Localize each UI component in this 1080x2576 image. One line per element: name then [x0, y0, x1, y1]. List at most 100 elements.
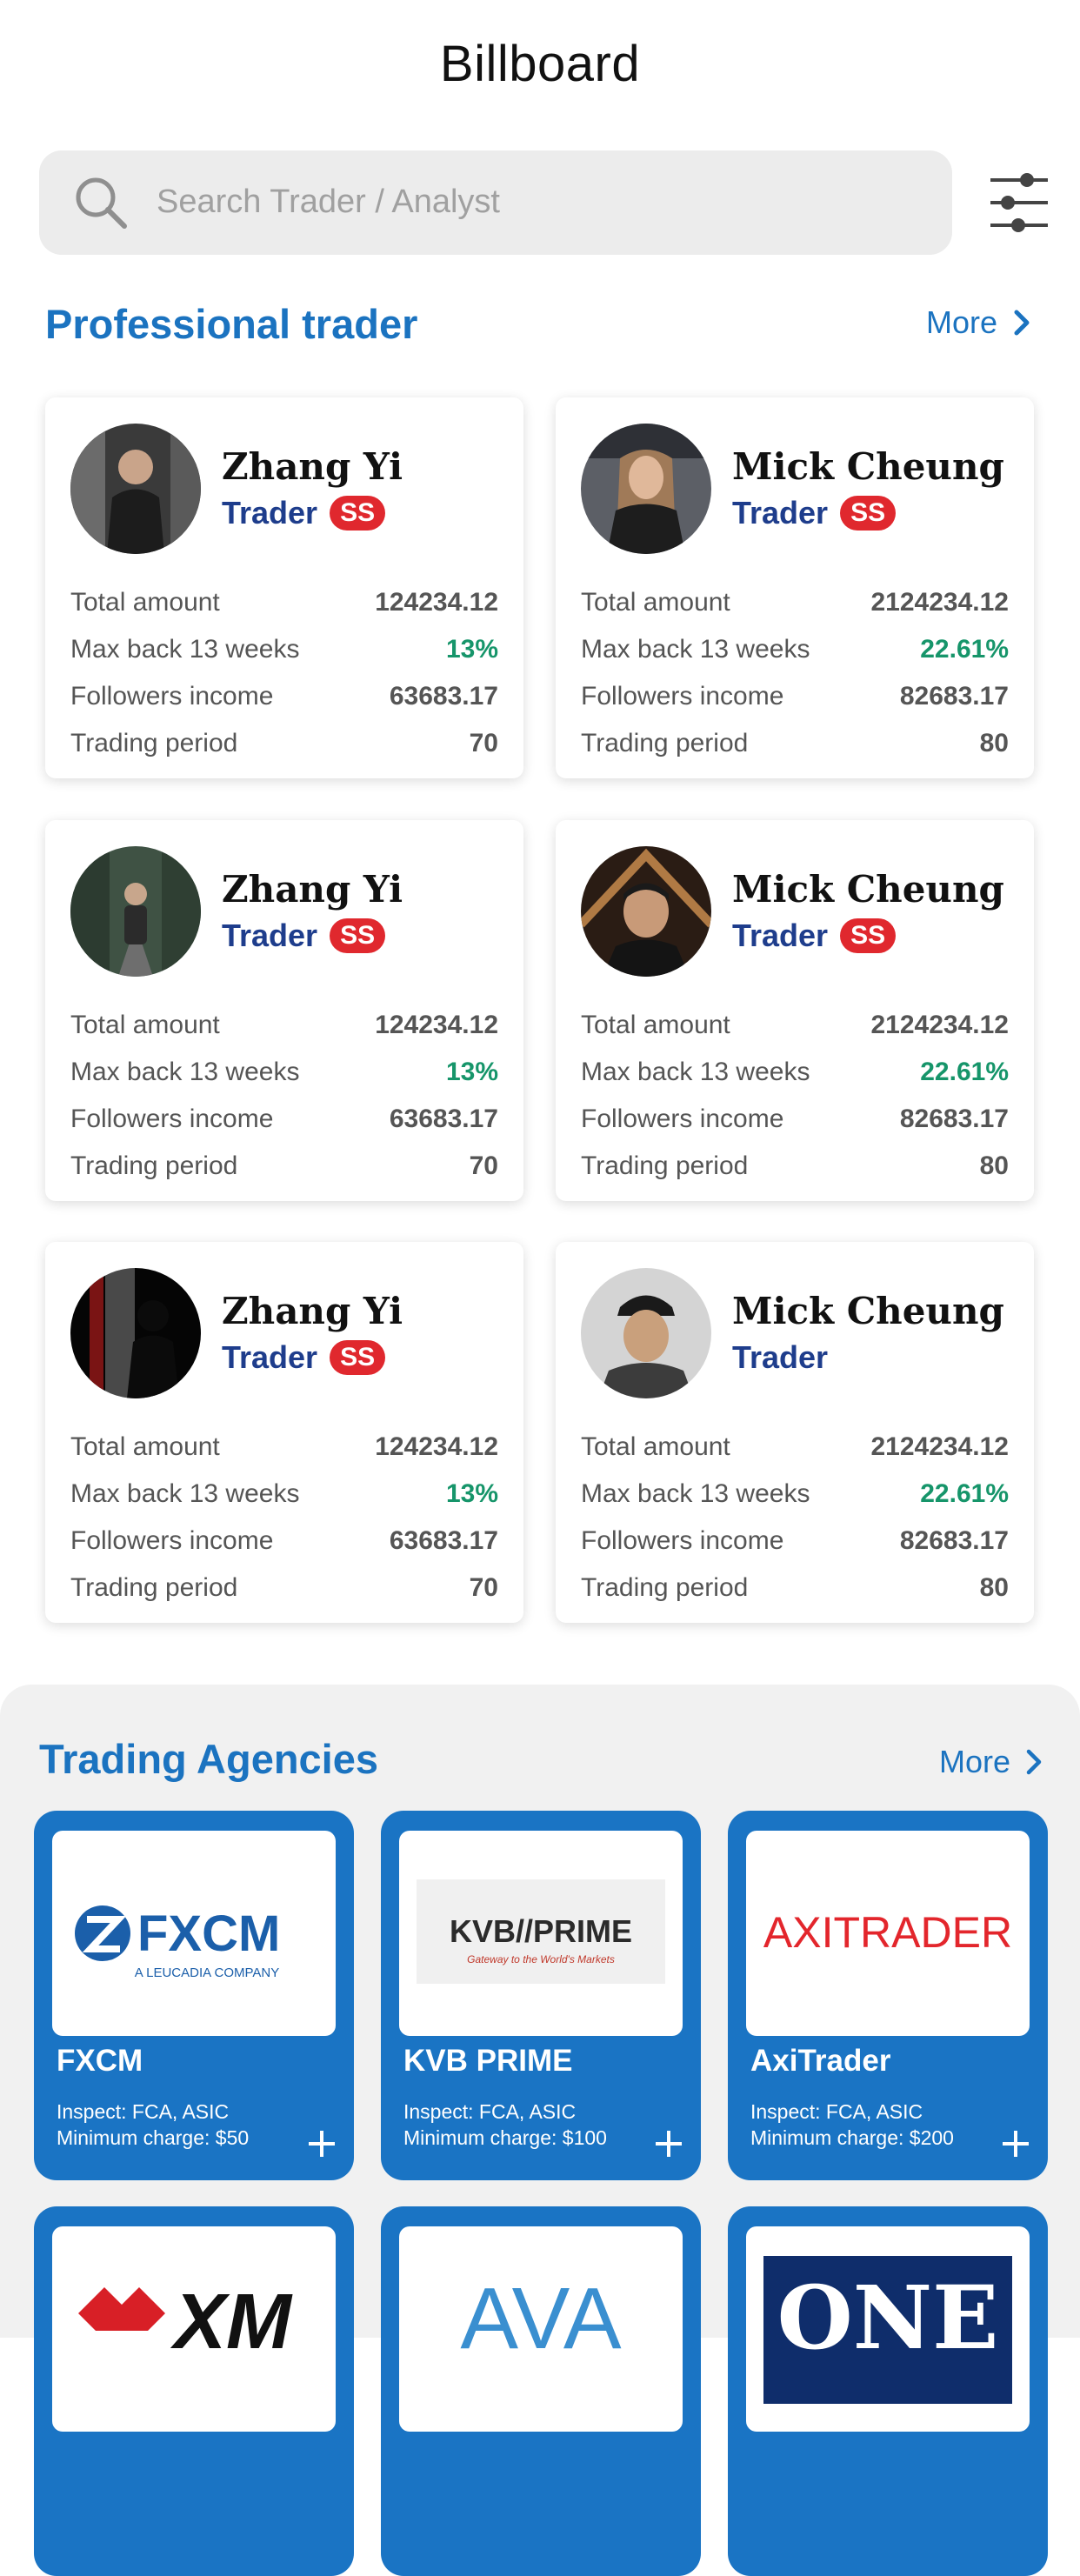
trader-role: Trader — [222, 495, 318, 531]
trader-card[interactable]: Zhang Yi Trader SS Total amount 124234.12… — [45, 1242, 523, 1623]
agency-logo: AXITRADER — [746, 1831, 1030, 2036]
stat-label: Trading period — [70, 1573, 238, 1602]
trader-name: Zhang Yi — [222, 1290, 403, 1332]
stat-value: 82683.17 — [899, 1104, 1009, 1133]
agency-details: Inspect: FCA, ASIC Minimum charge: $100 — [403, 2099, 607, 2151]
agency-details: Inspect: FCA, ASIC Minimum charge: $50 — [57, 2099, 249, 2151]
stat-label: Followers income — [581, 1526, 784, 1555]
level-badge: SS — [840, 918, 897, 953]
trader-card[interactable]: Zhang Yi Trader SS Total amount 124234.12… — [45, 820, 523, 1201]
stat-value: 22.61% — [920, 1058, 1009, 1086]
axi-logo-text: AXITRADER — [763, 1908, 1012, 1957]
agencies-panel: Trading Agencies More FXCM A LEUCADIA CO… — [0, 1685, 1080, 2576]
trader-role: Trader — [732, 918, 829, 953]
agency-logo: ONE — [746, 2226, 1030, 2432]
stat-value: 13% — [445, 1479, 498, 1508]
trader-card[interactable]: Zhang Yi Trader SS Total amount 124234.12… — [45, 397, 523, 778]
agency-card-one[interactable]: ONE — [728, 2206, 1048, 2576]
search-input[interactable]: Search Trader / Analyst — [39, 150, 952, 255]
agency-logo: KVB//PRIME Gateway to the World's Market… — [399, 1831, 683, 2036]
stat-value: 63683.17 — [389, 1526, 498, 1555]
trader-card[interactable]: Mick Cheung Trader SS Total amount 212423… — [556, 397, 1034, 778]
avatar — [70, 846, 201, 977]
stat-value: 70 — [469, 729, 498, 757]
search-placeholder: Search Trader / Analyst — [157, 184, 500, 220]
stat-label: Total amount — [70, 588, 220, 617]
stat-value: 22.61% — [920, 1479, 1009, 1508]
stat-label: Followers income — [70, 1104, 274, 1133]
stat-value: 80 — [979, 1151, 1009, 1180]
stat-label: Followers income — [70, 682, 274, 711]
agency-card-kvb[interactable]: KVB//PRIME Gateway to the World's Market… — [381, 1811, 701, 2180]
stat-label: Max back 13 weeks — [70, 635, 300, 664]
trader-card[interactable]: Mick Cheung Trader Total amount 2124234.1… — [556, 1242, 1034, 1623]
stat-label: Max back 13 weeks — [581, 1058, 810, 1086]
trader-role: Trader — [732, 495, 829, 531]
ava-logo-text: AVA — [460, 2270, 622, 2367]
trader-role: Trader — [222, 1339, 318, 1375]
plus-icon[interactable] — [307, 2129, 337, 2159]
level-badge: SS — [330, 1340, 386, 1375]
level-badge: SS — [840, 496, 897, 531]
stat-label: Trading period — [581, 729, 749, 757]
chevron-right-icon — [1014, 310, 1030, 336]
kvb-logo-text: KVB//PRIME — [450, 1913, 632, 1949]
agency-logo: FXCM A LEUCADIA COMPANY — [52, 1831, 336, 2036]
trader-card[interactable]: Mick Cheung Trader SS Total amount 212423… — [556, 820, 1034, 1201]
trader-role: Trader — [222, 918, 318, 953]
stat-label: Max back 13 weeks — [581, 1479, 810, 1508]
agency-inspect: Inspect: FCA, ASIC — [750, 2100, 923, 2123]
level-badge: SS — [330, 918, 386, 953]
trader-name: Mick Cheung — [732, 868, 1004, 911]
plus-icon[interactable] — [1001, 2129, 1030, 2159]
stat-value: 13% — [445, 635, 498, 664]
agency-min-charge: Minimum charge: $100 — [403, 2126, 607, 2149]
agencies-more-link[interactable]: More — [939, 1744, 1042, 1780]
agency-min-charge: Minimum charge: $50 — [57, 2126, 250, 2149]
agency-name: KVB PRIME — [403, 2044, 573, 2078]
agency-details: Inspect: FCA, ASIC Minimum charge: $200 — [750, 2099, 954, 2151]
stat-value: 124234.12 — [375, 1432, 498, 1461]
fxcm-logo-text: FXCM — [137, 1905, 280, 1962]
section-title-professional: Professional trader — [45, 301, 418, 347]
agency-logo: XM — [52, 2226, 336, 2432]
plus-icon[interactable] — [654, 2129, 683, 2159]
stat-label: Max back 13 weeks — [70, 1479, 300, 1508]
trader-name: Mick Cheung — [732, 445, 1004, 488]
fxcm-logo-sub: A LEUCADIA COMPANY — [135, 1965, 279, 1980]
level-badge: SS — [330, 496, 386, 531]
chevron-right-icon — [1026, 1749, 1042, 1775]
agency-inspect: Inspect: FCA, ASIC — [403, 2100, 577, 2123]
trader-role: Trader — [732, 1339, 829, 1375]
stat-value: 70 — [469, 1573, 498, 1602]
avatar — [581, 846, 711, 977]
stat-value: 13% — [445, 1058, 498, 1086]
agency-card-fxcm[interactable]: FXCM A LEUCADIA COMPANY FXCM Inspect: FC… — [34, 1811, 354, 2180]
more-label: More — [926, 304, 998, 340]
stat-value: 63683.17 — [389, 1104, 498, 1133]
one-logo-text: ONE — [777, 2266, 999, 2369]
stat-label: Followers income — [581, 1104, 784, 1133]
filter-sliders-icon[interactable] — [989, 170, 1050, 236]
stat-label: Max back 13 weeks — [581, 635, 810, 664]
stat-label: Trading period — [581, 1151, 749, 1180]
stat-label: Trading period — [70, 1151, 238, 1180]
professional-more-link[interactable]: More — [926, 304, 1030, 341]
agency-card-axitrader[interactable]: AXITRADER AxiTrader Inspect: FCA, ASIC M… — [728, 1811, 1048, 2180]
agency-card-xm[interactable]: XM — [34, 2206, 354, 2576]
stat-value: 80 — [979, 729, 1009, 757]
avatar — [581, 424, 711, 554]
stat-label: Trading period — [581, 1573, 749, 1602]
stat-value: 124234.12 — [375, 1011, 498, 1039]
agency-name: AxiTrader — [750, 2044, 891, 2078]
more-label: More — [939, 1744, 1011, 1779]
stat-label: Followers income — [70, 1526, 274, 1555]
trader-name: Zhang Yi — [222, 868, 403, 911]
kvb-logo-sub: Gateway to the World's Markets — [467, 1953, 615, 1965]
stat-label: Total amount — [581, 1011, 730, 1039]
stat-label: Total amount — [581, 1432, 730, 1461]
agency-card-ava[interactable]: AVA — [381, 2206, 701, 2576]
stat-value: 82683.17 — [899, 1526, 1009, 1555]
section-title-agencies: Trading Agencies — [39, 1736, 379, 1782]
stat-label: Max back 13 weeks — [70, 1058, 300, 1086]
